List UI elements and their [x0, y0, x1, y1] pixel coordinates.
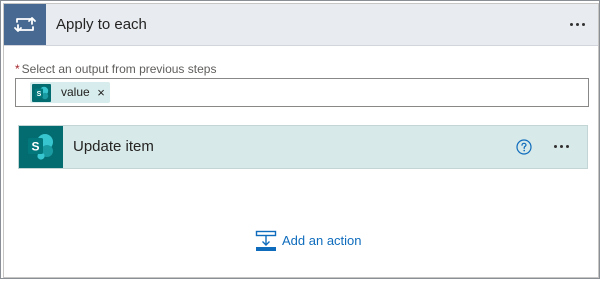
- apply-to-each-card: Apply to each * Select an output from pre…: [3, 3, 599, 278]
- sharepoint-icon: S: [32, 84, 51, 102]
- update-item-action[interactable]: S Update item: [18, 125, 588, 169]
- help-icon: [516, 139, 532, 155]
- sharepoint-icon-tile: S: [19, 126, 63, 168]
- apply-to-each-header[interactable]: Apply to each: [4, 4, 598, 46]
- update-item-title: Update item: [73, 138, 154, 155]
- sharepoint-icon: S: [28, 134, 53, 160]
- update-item-more-button[interactable]: [549, 136, 577, 158]
- apply-to-each-more-button[interactable]: [564, 12, 592, 36]
- svg-text:S: S: [37, 91, 42, 98]
- select-output-label: * Select an output from previous steps: [15, 62, 216, 76]
- loop-icon: [14, 17, 36, 32]
- add-action-icon: [255, 230, 277, 251]
- loop-icon-tile: [4, 4, 46, 45]
- required-mark: *: [15, 62, 20, 76]
- flow-frame: Apply to each * Select an output from pre…: [0, 0, 600, 279]
- value-token[interactable]: S value ×: [30, 82, 110, 103]
- remove-token-button[interactable]: ×: [94, 82, 108, 103]
- svg-text:S: S: [31, 140, 39, 154]
- select-output-input[interactable]: S value ×: [15, 78, 589, 107]
- help-button[interactable]: [516, 139, 532, 155]
- value-token-label: value: [61, 85, 90, 99]
- select-output-label-text: Select an output from previous steps: [21, 62, 217, 76]
- apply-to-each-title: Apply to each: [56, 16, 147, 33]
- add-an-action-label: Add an action: [282, 233, 362, 248]
